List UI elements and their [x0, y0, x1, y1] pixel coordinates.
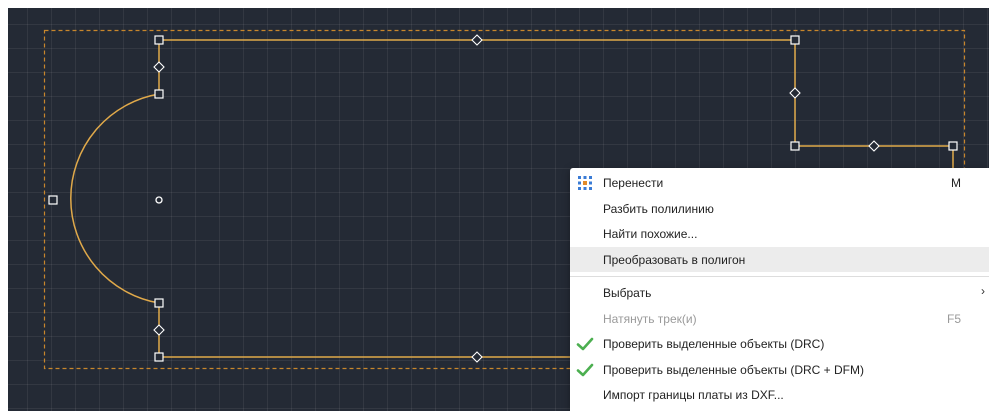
- menu-item-label: Импорт границы платы из DXF...: [603, 388, 784, 402]
- midpoint-handle[interactable]: [471, 351, 483, 363]
- menu-item-label: Выбрать: [603, 286, 652, 300]
- chevron-right-icon: ›: [981, 284, 985, 298]
- menu-item-stretch-tracks[interactable]: Натянуть трек(и) F5: [570, 306, 989, 331]
- vertex-handle[interactable]: [790, 141, 800, 151]
- menu-item-import-dxf[interactable]: Импорт границы платы из DXF...: [570, 382, 989, 407]
- menu-item-label: Перенести: [603, 176, 664, 190]
- menu-item-check-drc-dfm[interactable]: Проверить выделенные объекты (DRC + DFM): [570, 357, 989, 382]
- menu-item-split-polyline[interactable]: Разбить полилинию: [570, 196, 989, 221]
- menu-item-label: Натянуть трек(и): [603, 312, 697, 326]
- menu-item-label: Преобразовать в полигон: [603, 253, 746, 267]
- checkmark-icon: [576, 337, 594, 351]
- menu-item-label: Проверить выделенные объекты (DRC): [603, 337, 825, 351]
- app-frame: Перенести M Разбить полилинию Найти похо…: [0, 0, 989, 411]
- midpoint-handle[interactable]: [868, 140, 880, 152]
- arc-center-marker[interactable]: [155, 196, 163, 204]
- menu-item-shortcut: M: [951, 176, 961, 190]
- midpoint-handle[interactable]: [153, 324, 165, 336]
- vertex-handle[interactable]: [790, 35, 800, 45]
- menu-item-check-drc[interactable]: Проверить выделенные объекты (DRC): [570, 331, 989, 356]
- context-menu: Перенести M Разбить полилинию Найти похо…: [570, 168, 989, 411]
- menu-item-label: Разбить полилинию: [603, 202, 714, 216]
- menu-item-select[interactable]: Выбрать ›: [570, 280, 989, 305]
- midpoint-handle[interactable]: [471, 34, 483, 46]
- vertex-handle[interactable]: [48, 195, 58, 205]
- menu-item-label: Найти похожие...: [603, 227, 698, 241]
- menu-item-convert-to-polygon[interactable]: Преобразовать в полигон: [570, 247, 989, 272]
- checkmark-icon: [576, 363, 594, 377]
- move-icon: [578, 176, 592, 190]
- menu-item-move[interactable]: Перенести M: [570, 170, 989, 195]
- vertex-handle[interactable]: [154, 298, 164, 308]
- menu-item-find-similar[interactable]: Найти похожие...: [570, 221, 989, 246]
- midpoint-handle[interactable]: [789, 87, 801, 99]
- menu-item-shortcut: F5: [946, 312, 961, 326]
- vertex-handle[interactable]: [948, 141, 958, 151]
- vertex-handle[interactable]: [154, 35, 164, 45]
- vertex-handle[interactable]: [154, 89, 164, 99]
- menu-item-label: Проверить выделенные объекты (DRC + DFM): [603, 363, 865, 377]
- midpoint-handle[interactable]: [153, 61, 165, 73]
- vertex-handle[interactable]: [154, 352, 164, 362]
- menu-separator: [570, 276, 989, 277]
